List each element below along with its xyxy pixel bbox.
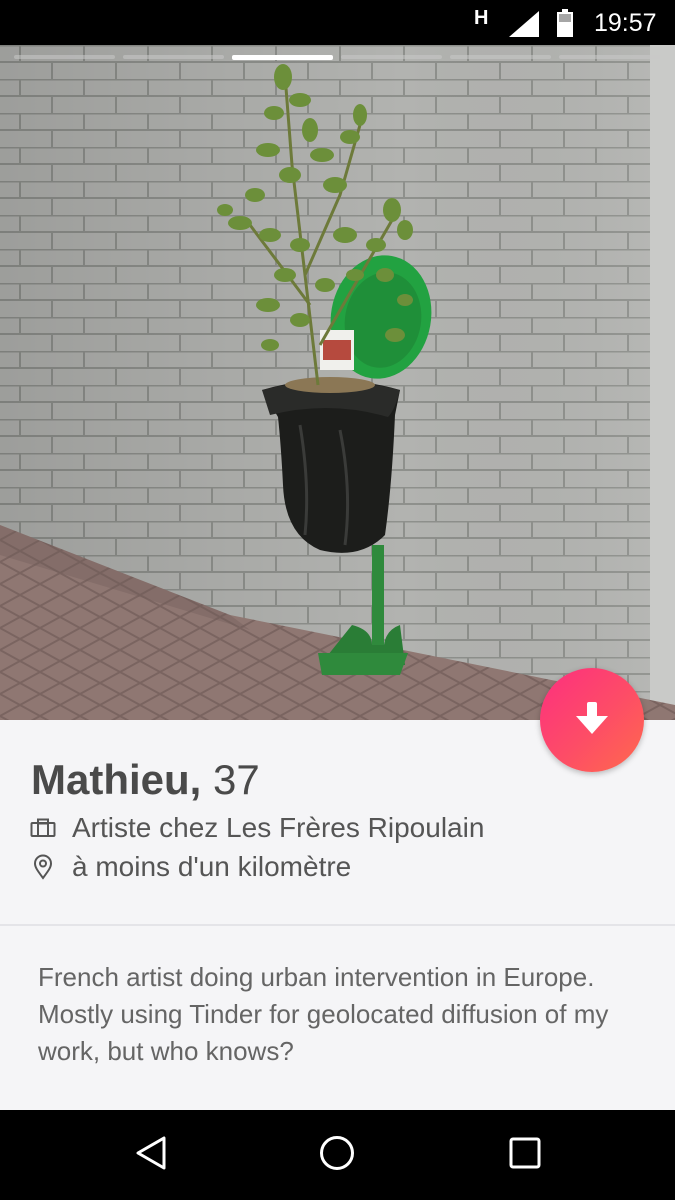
profile-age: 37 (213, 756, 260, 803)
pager-segment[interactable] (341, 55, 442, 59)
pager-segment[interactable] (450, 55, 551, 59)
distance-text: à moins d'un kilomètre (72, 851, 352, 882)
status-bar: H 19:57 (0, 0, 675, 45)
pager-segment[interactable] (559, 55, 660, 59)
profile-name-age: Mathieu, 37 (31, 756, 260, 804)
pager-segment[interactable] (123, 55, 224, 59)
arrow-down-icon (572, 698, 612, 743)
pager-segment[interactable] (14, 55, 115, 59)
pager-segment-active[interactable] (232, 55, 333, 60)
home-button[interactable] (312, 1132, 362, 1178)
bio-section: French artist doing urban intervention i… (0, 926, 675, 1110)
home-icon (318, 1134, 356, 1177)
collapse-profile-button[interactable] (540, 668, 644, 772)
battery-icon (557, 9, 573, 42)
clock: 19:57 (594, 9, 657, 37)
briefcase-icon (30, 815, 56, 841)
bio-text: French artist doing urban intervention i… (38, 962, 609, 1066)
recents-icon (508, 1136, 542, 1175)
recents-button[interactable] (500, 1132, 550, 1178)
network-type: H (474, 7, 489, 29)
back-button[interactable] (126, 1132, 176, 1178)
job-text: Artiste chez Les Frères Ripoulain (72, 812, 485, 843)
job-row: Artiste chez Les Frères Ripoulain (30, 812, 484, 844)
signal-icon (509, 11, 539, 42)
photo-pager (14, 55, 660, 61)
profile-name: Mathieu, (31, 756, 202, 803)
distance-row: à moins d'un kilomètre (30, 851, 351, 883)
location-pin-icon (30, 854, 56, 880)
system-nav-bar (0, 1110, 675, 1200)
profile-photo[interactable] (0, 45, 675, 720)
back-icon (134, 1135, 168, 1176)
